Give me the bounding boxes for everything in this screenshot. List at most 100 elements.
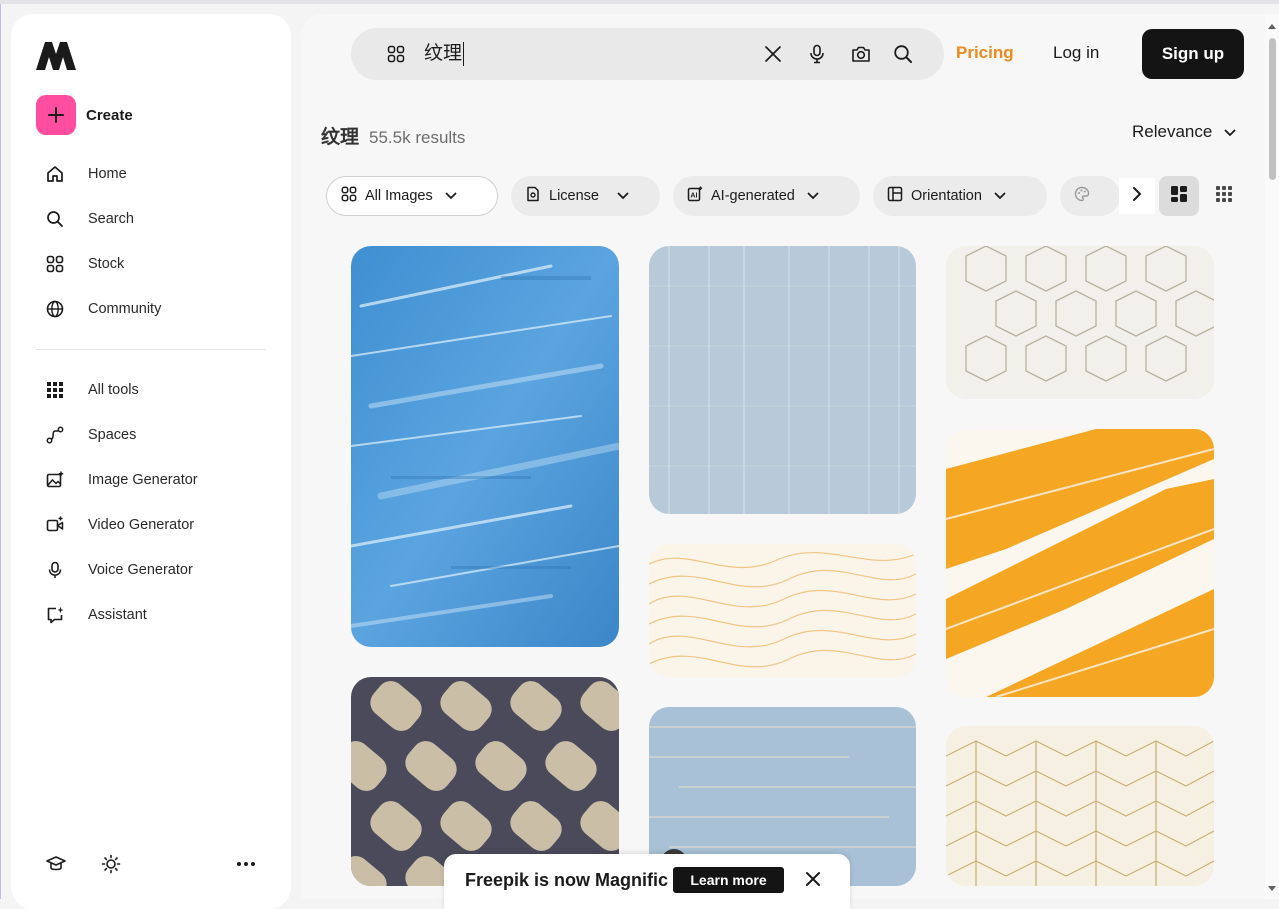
blue-texture-image [351,246,619,647]
close-icon[interactable] [764,45,782,68]
signup-button[interactable]: Sign up [1142,29,1244,79]
sun-icon[interactable] [101,854,121,879]
image-generator-icon [36,471,76,489]
stock-icon [36,255,76,273]
search-bar[interactable]: 纹理 [351,28,944,80]
image-result-tile[interactable] [649,544,916,677]
scroll-thumb[interactable] [1269,38,1276,180]
search-icon[interactable] [893,44,913,69]
filter-orientation[interactable]: Orientation [873,176,1047,216]
orange-grunge-image [946,429,1214,697]
image-result-tile[interactable] [351,246,619,647]
grid-icon [36,381,76,399]
globe-icon [36,300,76,318]
gold-geometric-pattern-image [946,726,1214,886]
hexagon-pattern-image [946,246,1214,399]
sidebar-item-video-generator[interactable]: Video Generator [36,502,266,547]
stock-icon [387,45,405,68]
svg-text:AI: AI [690,193,697,200]
image-result-tile[interactable] [946,246,1214,399]
close-icon[interactable] [805,871,821,892]
graduation-cap-icon[interactable] [46,854,66,879]
image-result-tile[interactable] [946,429,1214,697]
sort-label: Relevance [1132,122,1213,141]
microphone-icon[interactable] [808,44,826,69]
camera-icon[interactable] [851,44,871,69]
sidebar-item-stock[interactable]: Stock [36,241,266,286]
filter-label: AI-generated [711,188,795,204]
brand-logo[interactable] [36,40,76,70]
sidebar-item-voice-generator[interactable]: Voice Generator [36,547,266,592]
announcement-banner: Freepik is now Magnific Learn more [444,854,850,909]
sidebar-divider [36,349,266,350]
filter-scroll-next[interactable] [1119,178,1155,214]
video-generator-icon [36,516,76,534]
sidebar-item-label: All tools [88,381,139,398]
grid-view-button[interactable] [1204,176,1244,216]
sidebar-item-spaces[interactable]: Spaces [36,412,266,457]
window-left-border [0,4,1,899]
results-heading: 纹理 55.5k results [321,122,465,149]
scroll-up-arrow[interactable] [1268,24,1276,29]
sidebar-item-label: Video Generator [88,516,195,533]
chevron-down-icon [807,188,819,204]
palette-icon [1074,186,1090,206]
banner-text: Freepik is now Magnific [465,870,669,890]
page-scrollbar[interactable] [1265,14,1279,899]
filter-label: Orientation [911,188,982,204]
grid-icon [341,186,357,206]
microphone-icon [36,561,76,579]
masonry-view-button[interactable] [1159,176,1199,216]
learn-more-button[interactable]: Learn more [673,867,784,893]
sidebar-item-all-tools[interactable]: All tools [36,367,266,412]
filter-ai-generated[interactable]: AI AI-generated [673,176,860,216]
sidebar-item-search[interactable]: Search [36,196,266,241]
sidebar-item-label: Home [88,165,127,182]
search-input[interactable]: 纹理 [424,42,465,66]
primary-nav: Home Search Stock Community [36,151,266,331]
filter-all-images[interactable]: All Images [326,176,498,216]
results-query: 纹理 [321,127,360,148]
image-result-tile[interactable] [946,726,1214,886]
orange-line-pattern-image [649,544,916,677]
sidebar: Create Home Search Stock Community All t… [11,14,291,909]
sidebar-item-assistant[interactable]: Assistant [36,592,266,637]
sort-dropdown[interactable]: Relevance [1132,122,1236,142]
ai-icon: AI [687,186,703,206]
create-button[interactable]: Create [36,95,133,135]
sidebar-item-image-generator[interactable]: Image Generator [36,457,266,502]
sidebar-footer [46,854,261,878]
window-top-border [0,0,1279,4]
assistant-icon [36,606,76,624]
sidebar-item-label: Image Generator [88,471,198,488]
license-icon [525,186,541,206]
pricing-link[interactable]: Pricing [956,43,1014,63]
sidebar-item-community[interactable]: Community [36,286,266,331]
filter-label: License [549,188,599,204]
spaces-icon [36,426,76,444]
sidebar-item-label: Stock [88,255,125,272]
create-label: Create [86,106,133,124]
masonry-icon [1170,185,1188,208]
chevron-down-icon [994,188,1006,204]
filter-label: All Images [365,188,433,204]
more-icon[interactable] [236,854,256,879]
filter-license[interactable]: License [511,176,660,216]
pale-blue-texture-image [649,246,916,514]
sidebar-item-label: Spaces [88,426,137,443]
chevron-down-icon [445,188,457,204]
results-count: 55.5k results [369,128,466,147]
chevron-right-icon [1132,186,1142,207]
image-result-tile[interactable] [649,246,916,514]
sidebar-item-label: Search [88,210,134,227]
login-link[interactable]: Log in [1053,43,1099,63]
main-content: 纹理 Pricing Log in Sign up 纹理 55.5k resul… [301,14,1279,899]
tools-nav: All tools Spaces Image Generator Video G… [36,367,266,637]
orientation-icon [887,186,903,206]
grid-icon [1215,185,1233,208]
sidebar-item-home[interactable]: Home [36,151,266,196]
sidebar-item-label: Voice Generator [88,561,193,578]
chevron-down-icon [617,188,629,204]
filter-color[interactable] [1060,176,1120,216]
scroll-down-arrow[interactable] [1268,886,1276,891]
